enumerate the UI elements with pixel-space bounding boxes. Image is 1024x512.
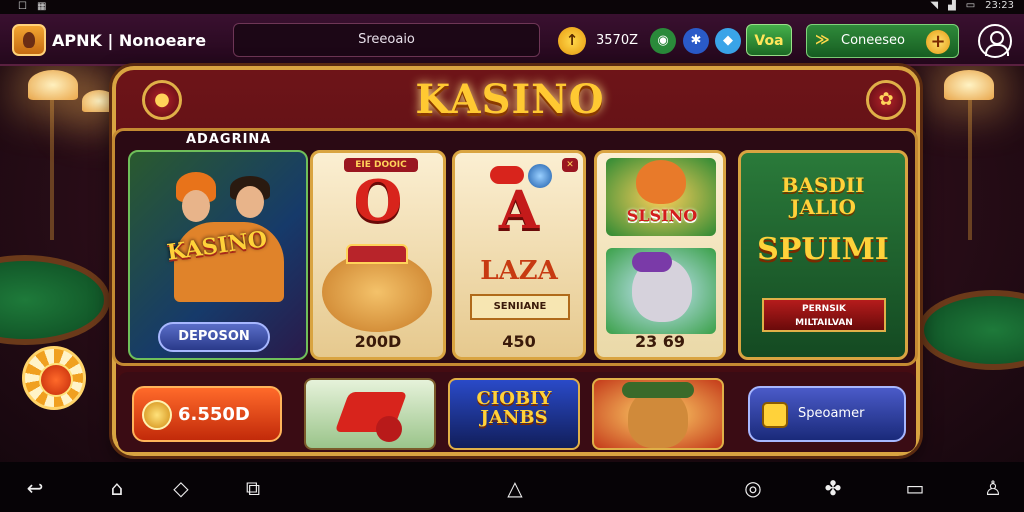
connect-label: Coneeseo [841,33,905,48]
profile-icon[interactable] [978,24,1012,58]
top-bar: APNK | Nonoeare Sreeoaio ↑ 3570Z ◉ ✱ ◆ V… [0,14,1024,66]
wifi-icon: ◥ [930,0,939,11]
coins-value: 6.550D [178,404,250,425]
person-icon[interactable]: ♙ [976,476,1010,500]
panel5-banner: PERNSIK MILTAILVAN [762,298,886,332]
coins-balance-button[interactable]: 6.550D [132,386,282,442]
poker-table-left [0,255,110,345]
coin-stack-icon [142,400,172,430]
panel2-glyph: O [353,168,403,234]
home-icon[interactable]: ⌂ [100,476,134,500]
star-icon[interactable]: ✱ [683,28,709,54]
recents-icon[interactable]: ◇ [164,476,198,500]
app-logo-icon[interactable] [12,24,46,56]
lamp-left [28,70,78,100]
add-coins-icon[interactable]: + [926,30,950,54]
panel5-banner-line1: PERNSIK [801,304,846,314]
section-label: ADAGRINA [186,132,272,147]
status-bar: ☐ ▦ ◥ ▟ ▭ 23:23 [0,0,1024,14]
lamp-pole-right [968,100,972,240]
lamp-left-small [82,90,116,112]
game-title: KASINO [415,76,605,123]
coin-icon[interactable]: ↑ [558,27,586,55]
panel3-banner: SENIIANE [470,294,570,320]
panel5-spin-text: SPUIMI [757,232,889,267]
compass-icon[interactable]: ◎ [736,476,770,500]
poker-table-right [918,290,1024,370]
panel3-value: 450 [502,332,536,351]
panel4-value: 23 69 [634,332,686,351]
cat-hat-icon [632,252,672,272]
avatar-male [236,186,264,218]
cherry-ball-icon [376,416,402,442]
game-tile-1[interactable] [304,378,436,450]
settings-gear-icon[interactable]: ✿ [866,80,906,120]
battery-icon: ▭ [965,0,976,11]
lion-icon [322,252,432,332]
casino-chip-icon[interactable] [22,346,86,410]
vip-badge[interactable]: Voa [746,24,792,56]
special-button[interactable]: Speoamer [748,386,906,442]
puzzle-icon[interactable]: ✤ [816,476,850,500]
lamp-pole [50,100,54,240]
crown-icon [346,244,408,264]
navigation-bar: ↩ ⌂ ◇ ⧉ △ ◎ ✤ ▭ ♙ [0,462,1024,512]
search-input[interactable]: Sreeoaio [233,23,540,57]
back-icon[interactable]: ↩ [18,476,52,500]
panel5-title: BASDII JALIO [748,174,898,218]
panel3-glyph: A [498,180,540,241]
connect-button[interactable]: ≫ Coneeseo + [806,24,959,58]
window-icon[interactable]: ▭ [898,476,932,500]
coin-count: 3570Z [596,33,638,48]
panel5-banner-line2: MILTAILVAN [795,318,853,328]
gift-icon [762,402,788,428]
coin-menu-button[interactable]: ● [142,80,182,120]
grid-icon: ▦ [36,1,47,12]
avatar-female [182,190,210,222]
panel5-title-line1: BASDII [781,173,865,197]
notification-icon: ☐ [18,1,27,12]
panel5-title-line2: JALIO [790,195,856,219]
gem-icon[interactable]: ◆ [715,28,741,54]
lamp-right [944,70,994,100]
panel4-top-text: SLSINO [626,206,698,225]
tile2-title: CIOBIY JANBS [450,389,578,428]
tile2-line2: JANBS [480,406,548,428]
screenshot-icon[interactable]: ⧉ [236,476,270,500]
home-outline-icon[interactable]: △ [498,476,532,500]
globe-icon[interactable]: ◉ [650,28,676,54]
clock: 23:23 [985,0,1014,11]
signal-icon: ▟ [948,0,956,11]
game-tile-2[interactable]: CIOBIY JANBS [448,378,580,450]
panel3-tag-icon: ✕ [562,158,578,172]
special-label: Speoamer [798,406,865,421]
app-screen: ☐ ▦ ◥ ▟ ▭ 23:23 APNK | Nonoeare Sreeoaio… [0,0,1024,512]
hat-brim-icon [622,382,694,398]
fox-icon [636,160,686,204]
app-name: APNK | Nonoeare [52,31,207,50]
deposit-button[interactable]: DEPOSON [158,322,270,352]
chevrons-icon: ≫ [815,32,830,48]
panel3-middle-text: LAZA [480,256,558,286]
panel2-value: 200D [354,332,402,351]
game-tile-3[interactable] [592,378,724,450]
